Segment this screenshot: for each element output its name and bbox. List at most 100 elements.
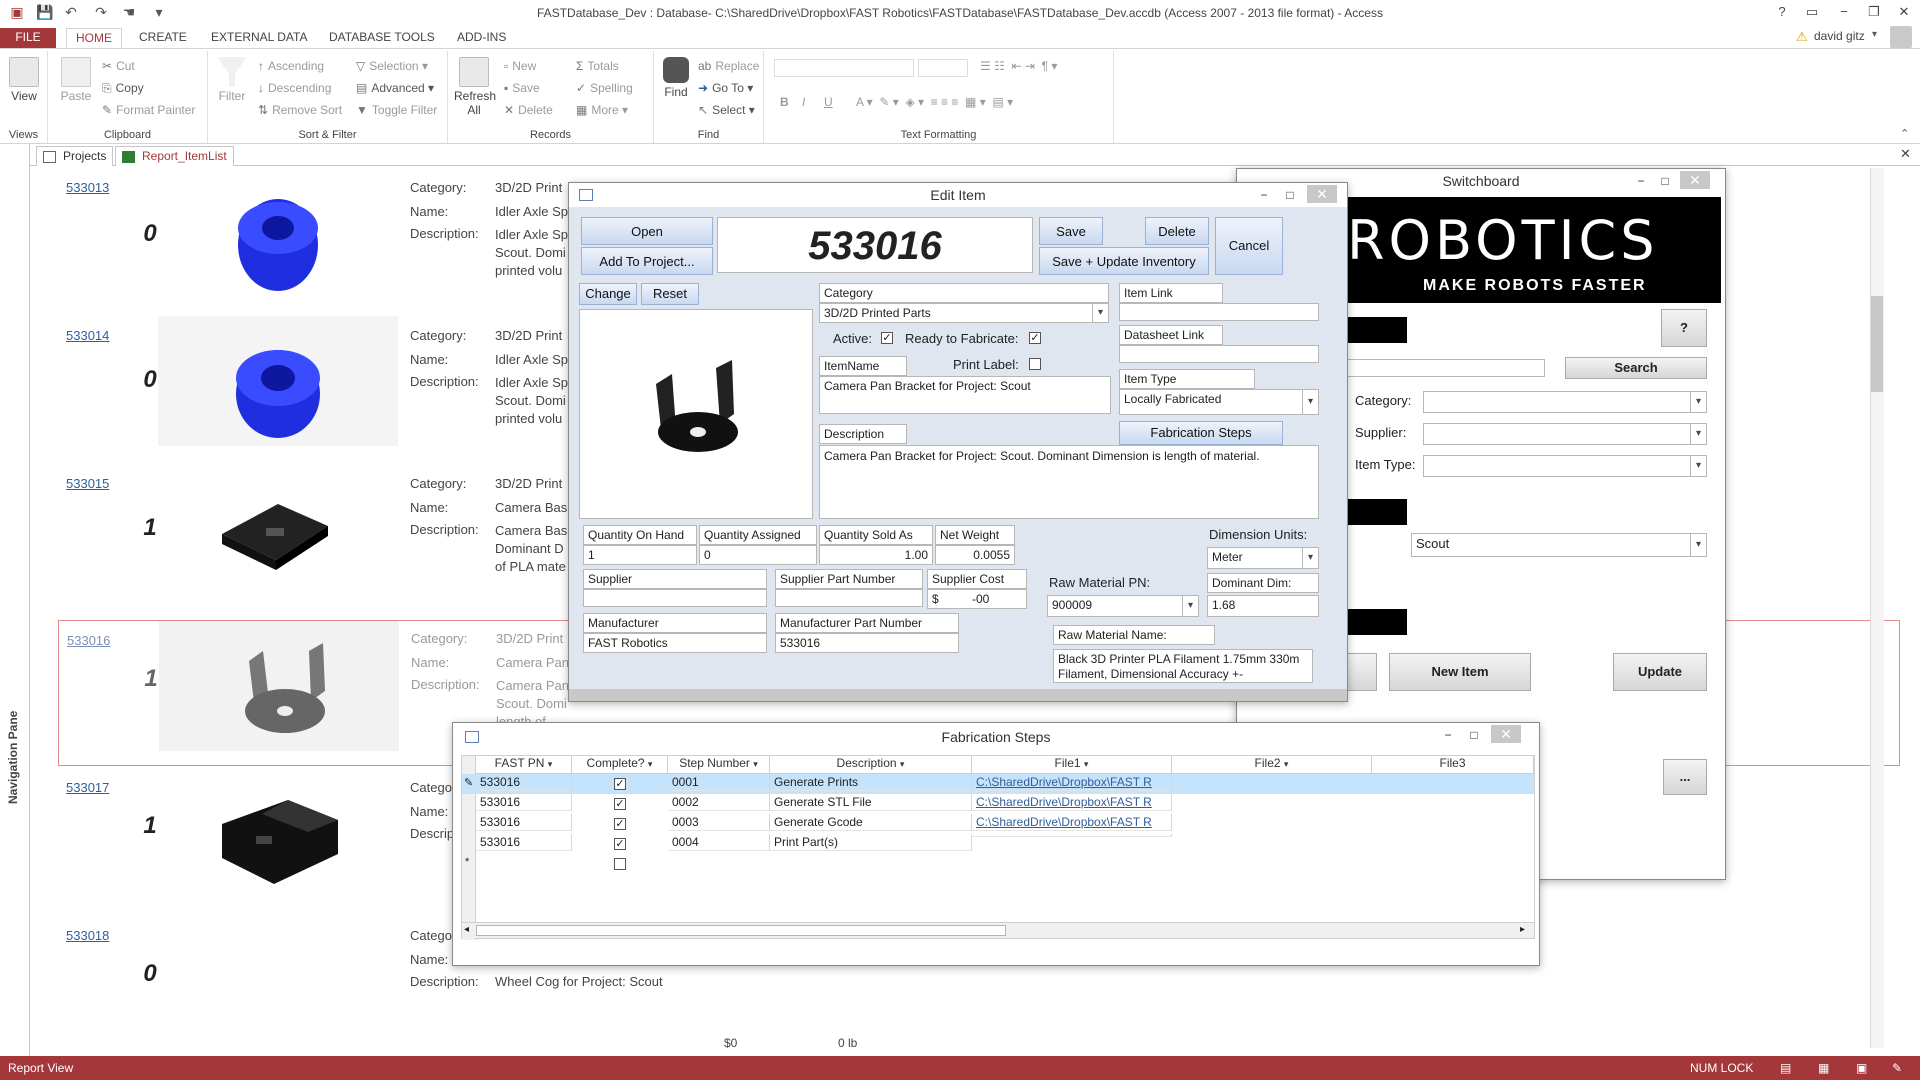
cancel-button[interactable]: Cancel xyxy=(1215,217,1283,275)
file1-link[interactable]: C:\SharedDrive\Dropbox\FAST R xyxy=(972,774,1172,791)
delete-button[interactable]: Delete xyxy=(1145,217,1209,245)
step-number-cell[interactable]: 0002 xyxy=(668,794,770,811)
save-record-button[interactable]: ▪ Save xyxy=(504,81,540,95)
chevron-down-icon[interactable]: ▾ xyxy=(1084,759,1089,769)
minimize-button[interactable]: − xyxy=(1630,172,1652,190)
supplier-select[interactable]: ▾ xyxy=(1423,423,1707,445)
complete-checkbox[interactable]: ✓ xyxy=(614,818,626,830)
more-button[interactable]: ▦ More ▾ xyxy=(576,103,628,117)
paste-button[interactable]: Paste xyxy=(56,57,96,103)
customize-qat-icon[interactable]: ▾ xyxy=(150,3,168,21)
tab-add-ins[interactable]: ADD-INS xyxy=(448,28,515,48)
search-button[interactable]: Search xyxy=(1565,357,1707,379)
change-image-button[interactable]: Change xyxy=(579,283,637,305)
maximize-button[interactable]: □ xyxy=(1654,172,1676,190)
scroll-left-icon[interactable]: ◂ xyxy=(464,924,469,935)
minimize-button[interactable]: − xyxy=(1253,186,1275,204)
step-number-cell[interactable]: 0004 xyxy=(668,834,770,851)
category-select[interactable]: ▾ xyxy=(1423,391,1707,413)
quantity-sold-as-field[interactable]: 1.00 xyxy=(819,545,933,565)
collapse-ribbon-icon[interactable]: ⌃ xyxy=(1900,127,1909,140)
navigation-pane[interactable]: Navigation Pane xyxy=(0,144,30,1056)
fast-pn-cell[interactable]: 533016 xyxy=(476,814,572,831)
view-button[interactable]: View xyxy=(6,57,42,103)
column-header[interactable]: File3 xyxy=(1372,756,1534,774)
active-checkbox[interactable]: ✓ xyxy=(881,332,893,344)
column-header[interactable]: Step Number ▾ xyxy=(668,756,770,774)
tab-file[interactable]: FILE xyxy=(0,28,56,48)
bold-button[interactable]: B xyxy=(780,95,789,109)
datasheet-link-field[interactable] xyxy=(1119,345,1319,363)
new-record-row[interactable]: * xyxy=(462,854,1534,874)
tab-database-tools[interactable]: DATABASE TOOLS xyxy=(320,28,444,48)
description-field[interactable]: Camera Pan Bracket for Project: Scout. D… xyxy=(819,445,1319,519)
table-row[interactable]: 533016 ✓ 0002 Generate STL File C:\Share… xyxy=(462,794,1534,814)
close-button[interactable]: ✕ xyxy=(1892,3,1916,21)
user-name[interactable]: david gitz xyxy=(1814,29,1865,43)
fabrication-steps-button[interactable]: Fabrication Steps xyxy=(1119,421,1283,445)
underline-button[interactable]: U xyxy=(824,95,833,109)
list-icons[interactable]: ☰ ☷ ⇤ ⇥ ¶ ▾ xyxy=(980,59,1057,73)
italic-button[interactable]: I xyxy=(802,95,805,109)
minimize-button[interactable]: − xyxy=(1832,3,1856,21)
file1-link[interactable]: C:\SharedDrive\Dropbox\FAST R xyxy=(972,794,1172,811)
font-name-select[interactable] xyxy=(774,59,914,77)
layout-view-icon[interactable]: ✎ xyxy=(1892,1061,1902,1075)
category-select[interactable]: 3D/2D Printed Parts ▾ xyxy=(819,303,1109,323)
dimension-units-select[interactable]: Meter ▾ xyxy=(1207,547,1319,569)
delete-record-button[interactable]: ✕ Delete xyxy=(504,103,553,117)
raw-material-name-field[interactable]: Black 3D Printer PLA Filament 1.75mm 330… xyxy=(1053,649,1313,683)
part-number-link[interactable]: 533013 xyxy=(66,180,109,195)
redo-icon[interactable]: ↷ xyxy=(92,3,110,21)
tab-create[interactable]: CREATE xyxy=(130,28,196,48)
new-record-button[interactable]: ▫ New xyxy=(504,59,536,73)
table-row[interactable]: 533016 ✓ 0004 Print Part(s) xyxy=(462,834,1534,854)
toggle-filter-button[interactable]: ▼ Toggle Filter xyxy=(356,103,437,117)
ascending-button[interactable]: ↑ Ascending xyxy=(258,59,324,73)
manufacturer-part-number-field[interactable]: 533016 xyxy=(775,633,959,653)
column-header[interactable]: FAST PN ▾ xyxy=(476,756,572,774)
undo-icon[interactable]: ↶ xyxy=(62,3,80,21)
format-painter-button[interactable]: ✎ Format Painter xyxy=(102,103,195,117)
replace-button[interactable]: ab Replace xyxy=(698,59,759,73)
close-button[interactable]: ✕ xyxy=(1680,171,1710,189)
search-input[interactable] xyxy=(1347,359,1545,377)
restore-button[interactable]: ❐ xyxy=(1862,3,1886,21)
part-number-link[interactable]: 533018 xyxy=(66,928,109,943)
goto-button[interactable]: ➜ Go To ▾ xyxy=(698,81,753,95)
supplier-cost-field[interactable]: $ -00 xyxy=(927,589,1027,609)
advanced-button[interactable]: ▤ Advanced ▾ xyxy=(356,81,434,95)
save-icon[interactable]: 💾 xyxy=(36,3,54,21)
tab-home[interactable]: HOME xyxy=(66,28,122,48)
tab-external-data[interactable]: EXTERNAL DATA xyxy=(202,28,316,48)
description-cell[interactable]: Print Part(s) xyxy=(770,834,972,851)
filter-button[interactable]: Filter xyxy=(214,57,250,103)
complete-checkbox[interactable]: ✓ xyxy=(614,778,626,790)
report-scroll-thumb[interactable] xyxy=(1871,296,1883,392)
save-update-inventory-button[interactable]: Save + Update Inventory xyxy=(1039,247,1209,275)
font-color-icon[interactable]: A ▾ ✎ ▾ ◈ ▾ ≡ ≡ ≡ ▦ ▾ ▤ ▾ xyxy=(856,95,1013,109)
description-cell[interactable]: Generate Gcode xyxy=(770,814,972,831)
description-cell[interactable]: Generate Prints xyxy=(770,774,972,791)
new-item-button[interactable]: New Item xyxy=(1389,653,1531,691)
supplier-field[interactable] xyxy=(583,589,767,607)
complete-checkbox[interactable] xyxy=(614,858,626,870)
item-link-field[interactable] xyxy=(1119,303,1319,321)
remove-sort-button[interactable]: ⇅ Remove Sort xyxy=(258,103,342,117)
fast-pn-cell[interactable]: 533016 xyxy=(476,774,572,791)
part-number-link[interactable]: 533017 xyxy=(66,780,109,795)
column-header[interactable]: Complete? ▾ xyxy=(572,756,668,774)
close-button[interactable]: ✕ xyxy=(1491,725,1521,743)
quantity-on-hand-field[interactable]: 1 xyxy=(583,545,697,565)
chevron-down-icon[interactable]: ▾ xyxy=(548,759,553,769)
cut-button[interactable]: ✂ Cut xyxy=(102,59,135,73)
part-number-link[interactable]: 533016 xyxy=(67,633,110,648)
description-cell[interactable]: Generate STL File xyxy=(770,794,972,811)
net-weight-field[interactable]: 0.0055 xyxy=(935,545,1015,565)
print-preview-icon[interactable]: ▣ xyxy=(1856,1061,1867,1075)
item-image-frame[interactable] xyxy=(579,309,813,519)
ready-to-fabricate-checkbox[interactable]: ✓ xyxy=(1029,332,1041,344)
open-button[interactable]: Open xyxy=(581,217,713,245)
ribbon-display-icon[interactable]: ▭ xyxy=(1800,3,1824,21)
refresh-all-button[interactable]: Refresh All xyxy=(454,57,496,117)
